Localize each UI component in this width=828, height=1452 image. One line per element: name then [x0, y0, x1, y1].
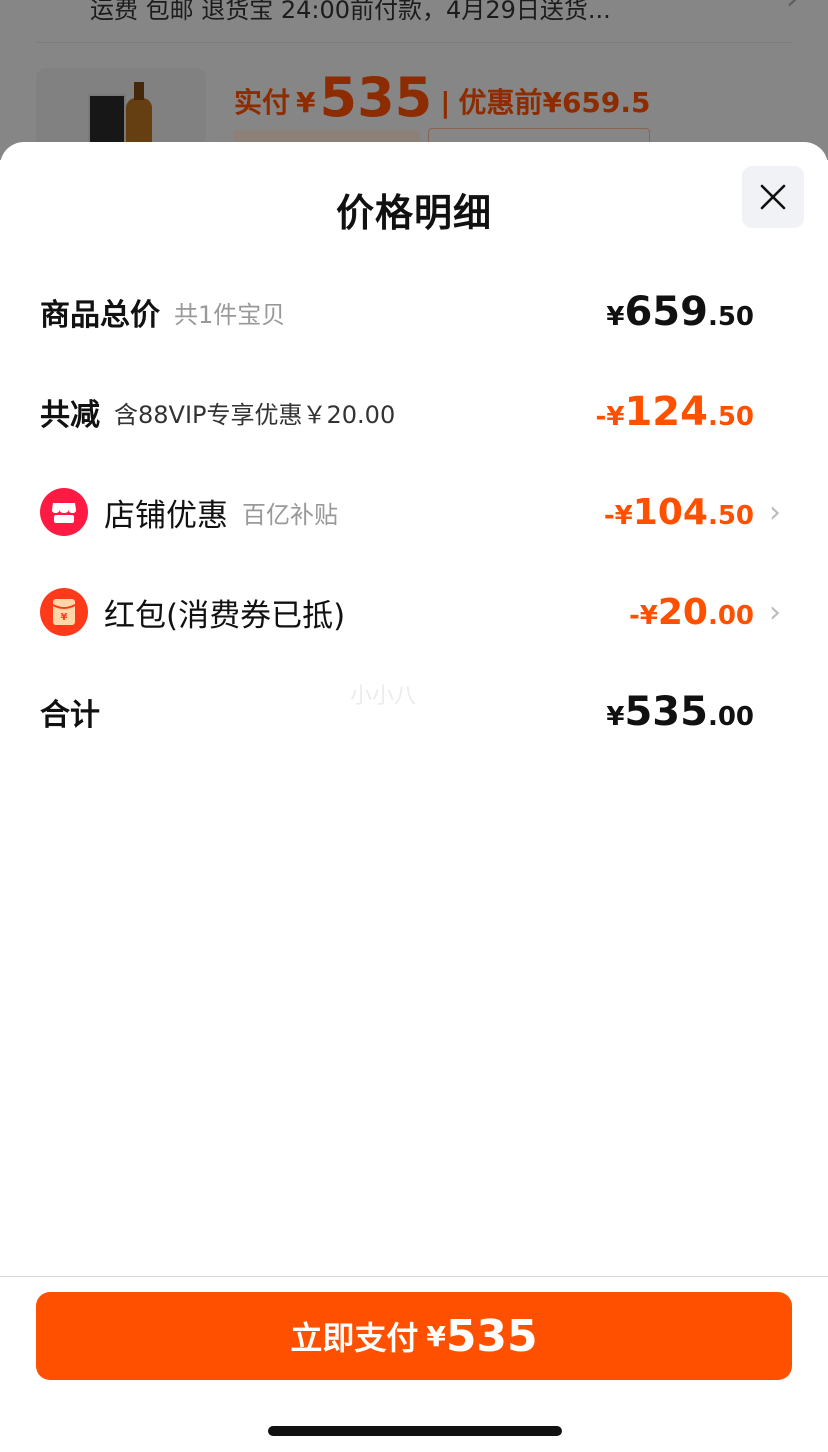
sheet-title: 价格明细 [335, 191, 492, 235]
amount-decimal: .50 [707, 402, 754, 432]
goods-total-amount: ¥659.50 [606, 289, 754, 335]
amount-integer: 535 [624, 689, 708, 735]
chevron-right-icon: › [769, 594, 781, 630]
row-shop-discount[interactable]: 店铺优惠 百亿补贴 -¥104.50 › [40, 482, 788, 542]
close-button[interactable] [742, 166, 804, 228]
red-packet-label: 红包(消费券已抵) [104, 597, 346, 634]
currency-symbol: ¥ [426, 1319, 446, 1353]
red-packet-icon: ¥ [40, 588, 88, 636]
amount-decimal: .00 [707, 600, 754, 631]
total-discount-amount: -¥124.50 [596, 389, 754, 435]
price-detail-sheet: 价格明细 商品总价 共1件宝贝 ¥659.50 共减 含88VIP专享优惠￥20… [0, 142, 828, 1452]
shop-discount-label: 店铺优惠 [104, 497, 228, 534]
amount-decimal: .50 [707, 302, 754, 332]
amount-integer: 124 [624, 389, 708, 435]
row-goods-total: 商品总价 共1件宝贝 ¥659.50 [40, 282, 788, 342]
background-order-page: 运费 包邮 退货宝 24:00前付款，4月29日送货... › 实付¥535|优… [0, 0, 828, 160]
amount-prefix: -¥ [603, 500, 633, 531]
close-icon [760, 184, 786, 210]
home-indicator[interactable] [268, 1426, 562, 1436]
modal-overlay[interactable] [0, 0, 828, 160]
row-total-discount: 共减 含88VIP专享优惠￥20.00 -¥124.50 [40, 382, 788, 442]
shop-discount-amount: -¥104.50 [604, 492, 754, 533]
amount-decimal: .00 [707, 702, 754, 732]
sum-amount: ¥535.00 [606, 689, 754, 735]
amount-integer: 104 [632, 491, 708, 533]
amount-integer: 20 [657, 591, 708, 633]
sum-label: 合计 [40, 698, 100, 733]
footer-divider [0, 1276, 828, 1277]
currency-symbol: ¥ [606, 302, 625, 332]
pay-now-label: 立即支付 [290, 1319, 419, 1357]
red-packet-amount: -¥20.00 [629, 592, 754, 633]
svg-text:¥: ¥ [61, 612, 68, 623]
goods-count-text: 共1件宝贝 [174, 300, 286, 329]
amount-prefix: -¥ [628, 600, 658, 631]
amount-integer: 659 [624, 289, 708, 335]
currency-symbol: ¥ [606, 702, 625, 732]
watermark: 小小八 [350, 684, 417, 709]
pay-amount: 535 [445, 1310, 538, 1362]
amount-prefix: -¥ [595, 402, 625, 432]
chevron-right-icon: › [769, 494, 781, 530]
goods-total-label: 商品总价 [40, 298, 160, 333]
row-red-packet[interactable]: ¥ 红包(消费券已抵) -¥20.00 › [40, 582, 788, 642]
subsidy-text: 百亿补贴 [242, 500, 338, 529]
vip-discount-text: 含88VIP专享优惠￥20.00 [114, 400, 396, 429]
total-discount-label: 共减 [40, 398, 100, 433]
shop-icon [40, 488, 88, 536]
pay-now-button[interactable]: 立即支付 ¥535 [36, 1292, 792, 1380]
amount-decimal: .50 [707, 500, 754, 531]
